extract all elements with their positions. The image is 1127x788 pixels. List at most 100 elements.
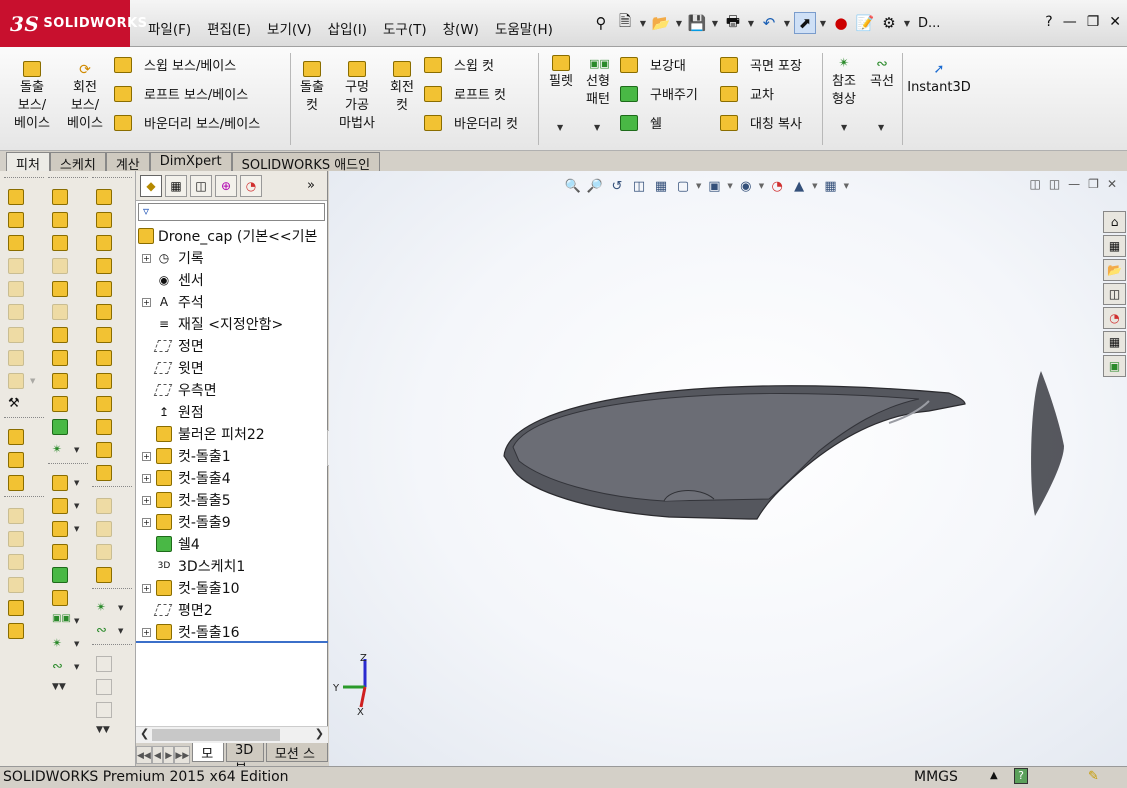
toolbar-item[interactable]: ✴ ▼ [90,596,134,619]
tab-sketch[interactable]: 스케치 [49,152,106,173]
toolbar-item[interactable] [46,586,90,609]
expand-icon[interactable]: + [142,495,151,505]
expand-icon[interactable]: + [142,451,151,461]
expand-icon[interactable]: + [142,297,151,307]
toolbar-grip[interactable] [92,177,132,183]
toolbar-item[interactable] [2,550,46,573]
scroll-right-icon[interactable]: ❯ [315,727,324,740]
menu-tools[interactable]: 도구(T) [375,14,435,42]
toolbar-item[interactable]: ▼▼ [46,678,90,701]
toolbar-item[interactable] [2,254,46,277]
menu-edit[interactable]: 편집(E) [199,14,259,42]
tree-item[interactable]: 쉘4 [136,533,327,555]
toolbar-item[interactable]: ∾ ▼ [46,655,90,678]
tree-root[interactable]: Drone_cap (기본<<기본 [136,225,327,247]
toolbar-item[interactable]: ∾ ▼ [90,619,134,642]
toolbar-grip[interactable] [4,417,44,423]
toolbar-item[interactable] [90,494,134,517]
menu-help[interactable]: 도움말(H) [487,14,561,42]
pin-icon[interactable]: ⚲ [590,12,612,34]
rebuild-traffic-light-icon[interactable]: ● [830,12,852,34]
toolbar-item[interactable] [2,277,46,300]
loft-cut-button[interactable]: 로프트 컷 [424,84,506,103]
toolbar-item[interactable] [46,540,90,563]
toolbar-grip[interactable] [92,588,132,594]
toolbar-grip[interactable] [4,177,44,183]
reference-geometry-button[interactable]: ✴ 참조 형상 [826,55,862,109]
toolbar-item[interactable] [90,540,134,563]
extrude-cut-button[interactable]: 돌출 컷 [294,61,330,115]
toolbar-item[interactable] [2,619,46,642]
toolbar-item[interactable]: ▣▣ ▼ [46,609,90,632]
menu-view[interactable]: 보기(V) [259,14,320,42]
close-icon[interactable]: ✕ [1109,14,1121,30]
toolbar-item[interactable]: ⚒ [2,392,46,415]
toolbar-item[interactable] [2,425,46,448]
new-document-icon[interactable]: 🗎 [614,12,636,34]
chevron-down-icon[interactable]: ▼ [74,525,79,533]
tab-solidworks-addins[interactable]: SOLIDWORKS 애드인 [231,152,381,173]
toolbar-item[interactable] [90,323,134,346]
extrude-boss-button[interactable]: 돌출 보스/ 베이스 [12,61,52,133]
toolbar-item[interactable] [90,346,134,369]
sweep-boss-button[interactable]: 스윕 보스/베이스 [114,55,236,74]
property-manager-tab-icon[interactable]: ▦ [165,174,187,197]
sweep-cut-button[interactable]: 스윕 컷 [424,55,494,74]
toolbar-grip[interactable] [48,177,88,183]
toolbar-item[interactable] [90,185,134,208]
units-up-arrow-icon[interactable]: ▲ [990,770,998,781]
toolbar-item[interactable]: ▼ [2,369,46,392]
toolbar-item[interactable] [46,300,90,323]
chevron-down-icon[interactable]: ▼ [638,19,648,28]
toolbar-item[interactable] [90,231,134,254]
units-label[interactable]: MMGS [914,769,958,785]
tree-item[interactable]: 평면2 [136,599,327,621]
tab-features[interactable]: 피처 [6,152,50,173]
chevron-down-icon[interactable]: ▼ [594,123,600,132]
chevron-down-icon[interactable]: ▼ [818,19,828,28]
toolbar-grip[interactable] [92,644,132,650]
feature-tree-tab-icon[interactable]: ◆ [140,174,162,197]
toolbar-item[interactable] [46,185,90,208]
toolbar-item[interactable] [46,323,90,346]
rebuild-status-icon[interactable]: ✎ [1088,769,1099,784]
help-quick-tip-icon[interactable]: ? [1014,768,1028,784]
chevron-down-icon[interactable]: ▼ [902,19,912,28]
toolbar-item[interactable] [46,254,90,277]
select-pointer-icon[interactable]: ⬈ [794,12,816,34]
tree-item[interactable]: + 컷-돌출5 [136,489,327,511]
expand-icon[interactable]: + [142,253,151,263]
toolbar-item[interactable] [90,461,134,484]
rib-button[interactable]: 보강대 [620,55,686,74]
toolbar-item[interactable] [2,448,46,471]
toolbar-item[interactable] [90,652,134,675]
toolbar-item[interactable] [2,596,46,619]
toolbar-item[interactable] [90,698,134,721]
chevron-down-icon[interactable]: ▼ [782,19,792,28]
chevron-down-icon[interactable]: ▼ [710,19,720,28]
toolbar-item[interactable] [46,563,90,586]
tab-motion-study[interactable]: 모션 스터디 1 [265,743,329,781]
toolbar-item[interactable] [90,517,134,540]
file-properties-icon[interactable]: 📝 [854,12,876,34]
configuration-manager-tab-icon[interactable]: ◫ [190,174,212,197]
instant3d-button[interactable]: ➚ Instant3D [906,61,972,97]
toolbar-item[interactable] [46,208,90,231]
mirror-button[interactable]: 대칭 복사 [720,113,802,132]
boundary-boss-button[interactable]: 바운더리 보스/베이스 [114,113,260,132]
fillet-button[interactable]: 필렛 [543,55,579,91]
toolbar-item[interactable] [2,231,46,254]
expand-icon[interactable]: + [142,627,151,637]
shell-button[interactable]: 쉘 [620,113,662,132]
chevron-down-icon[interactable]: ▼ [74,663,79,671]
intersect-button[interactable]: 교차 [720,84,774,103]
toolbar-item[interactable] [46,346,90,369]
boundary-cut-button[interactable]: 바운더리 컷 [424,113,518,132]
toolbar-item[interactable] [90,369,134,392]
save-icon[interactable]: 💾 [686,12,708,34]
toolbar-item[interactable] [2,300,46,323]
toolbar-item[interactable] [2,185,46,208]
tree-item[interactable]: + 컷-돌출1 [136,445,327,467]
expand-icon[interactable]: + [142,473,151,483]
chevron-down-icon[interactable]: ▼ [74,479,79,487]
